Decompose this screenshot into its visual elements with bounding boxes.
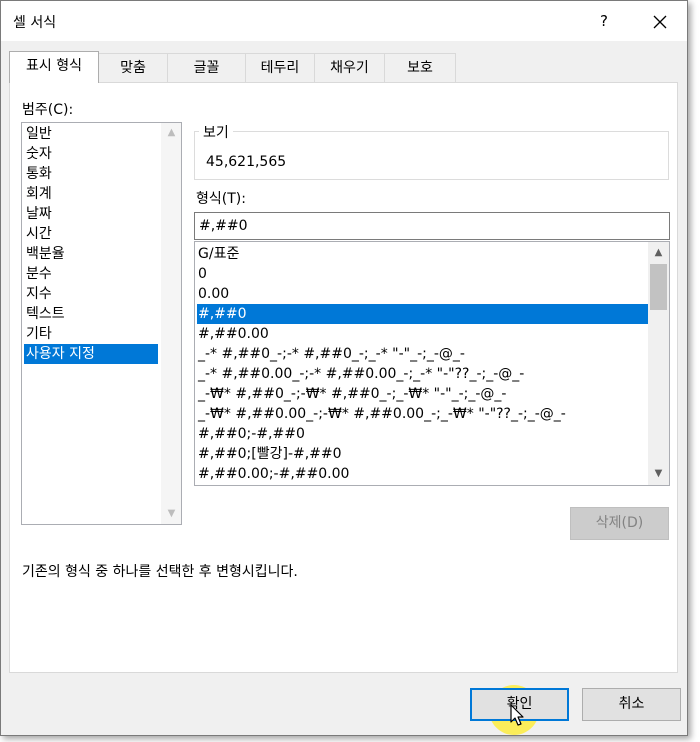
sample-value: 45,621,565 bbox=[206, 154, 287, 170]
category-item[interactable]: 지수 bbox=[24, 284, 158, 304]
category-scrollbar[interactable]: ▲ ▼ bbox=[161, 123, 181, 524]
cancel-button[interactable]: 취소 bbox=[582, 688, 681, 721]
category-item[interactable]: 분수 bbox=[24, 264, 158, 284]
scroll-up-icon[interactable]: ▲ bbox=[648, 243, 669, 263]
format-item[interactable]: G/표준 bbox=[197, 244, 648, 264]
mouse-pointer-icon bbox=[510, 704, 524, 726]
category-item[interactable]: 시간 bbox=[24, 224, 158, 244]
scrollbar-thumb[interactable] bbox=[650, 264, 667, 310]
category-item[interactable]: 텍스트 bbox=[24, 304, 158, 324]
scroll-up-icon[interactable]: ▲ bbox=[161, 123, 182, 143]
tab-font[interactable]: 글꼴 bbox=[167, 53, 246, 82]
tab-fill[interactable]: 채우기 bbox=[314, 53, 385, 82]
format-item[interactable]: #,##0.00;-#,##0.00 bbox=[197, 464, 648, 484]
sample-label: 보기 bbox=[199, 122, 233, 142]
scroll-down-icon[interactable]: ▼ bbox=[161, 504, 182, 524]
tab-protection[interactable]: 보호 bbox=[384, 53, 456, 82]
title-bar: 셀 서식 ? bbox=[1, 1, 687, 41]
format-item[interactable]: _-₩* #,##0.00_-;-₩* #,##0.00_-;_-₩* "-"?… bbox=[197, 404, 648, 424]
category-item[interactable]: 회계 bbox=[24, 184, 158, 204]
format-item[interactable]: 0.00 bbox=[197, 284, 648, 304]
format-input[interactable]: #,##0 bbox=[194, 212, 670, 240]
category-item[interactable]: 통화 bbox=[24, 164, 158, 184]
close-button[interactable] bbox=[647, 9, 673, 35]
format-scrollbar[interactable]: ▲ ▼ bbox=[648, 242, 669, 485]
tab-alignment[interactable]: 맞춤 bbox=[98, 53, 168, 82]
dialog-title: 셀 서식 bbox=[13, 15, 57, 31]
category-label: 범주(C): bbox=[22, 102, 74, 118]
help-button[interactable]: ? bbox=[593, 10, 615, 32]
category-item[interactable]: 일반 bbox=[24, 124, 158, 144]
tab-border[interactable]: 테두리 bbox=[245, 53, 315, 82]
category-item[interactable]: 날짜 bbox=[24, 204, 158, 224]
format-item[interactable]: #,##0;-#,##0 bbox=[197, 424, 648, 444]
description-text: 기존의 형식 중 하나를 선택한 후 변형시킵니다. bbox=[22, 564, 298, 580]
close-icon bbox=[653, 15, 667, 29]
format-list[interactable]: G/표준 0 0.00 #,##0 #,##0.00 _-* #,##0_-;-… bbox=[194, 241, 670, 486]
format-item[interactable]: #,##0.00 bbox=[197, 324, 648, 344]
category-item[interactable]: 숫자 bbox=[24, 144, 158, 164]
format-label: 형식(T): bbox=[196, 191, 246, 207]
format-item[interactable]: 0 bbox=[197, 264, 648, 284]
format-item-selected[interactable]: #,##0 bbox=[197, 304, 648, 324]
tab-number[interactable]: 표시 형식 bbox=[9, 51, 99, 83]
category-item[interactable]: 기타 bbox=[24, 324, 158, 344]
scroll-down-icon[interactable]: ▼ bbox=[648, 464, 669, 484]
category-item[interactable]: 백분율 bbox=[24, 244, 158, 264]
category-list[interactable]: 일반 숫자 통화 회계 날짜 시간 백분율 분수 지수 텍스트 기타 사용자 지… bbox=[21, 122, 182, 525]
format-item[interactable]: #,##0;[빨강]-#,##0 bbox=[197, 444, 648, 464]
format-item[interactable]: _-* #,##0_-;-* #,##0_-;_-* "-"_-;_-@_- bbox=[197, 344, 648, 364]
category-item-selected[interactable]: 사용자 지정 bbox=[24, 344, 158, 364]
format-item[interactable]: _-₩* #,##0_-;-₩* #,##0_-;_-₩* "-"_-;_-@_… bbox=[197, 384, 648, 404]
delete-button[interactable]: 삭제(D) bbox=[570, 507, 669, 540]
format-item[interactable]: _-* #,##0.00_-;-* #,##0.00_-;_-* "-"??_-… bbox=[197, 364, 648, 384]
